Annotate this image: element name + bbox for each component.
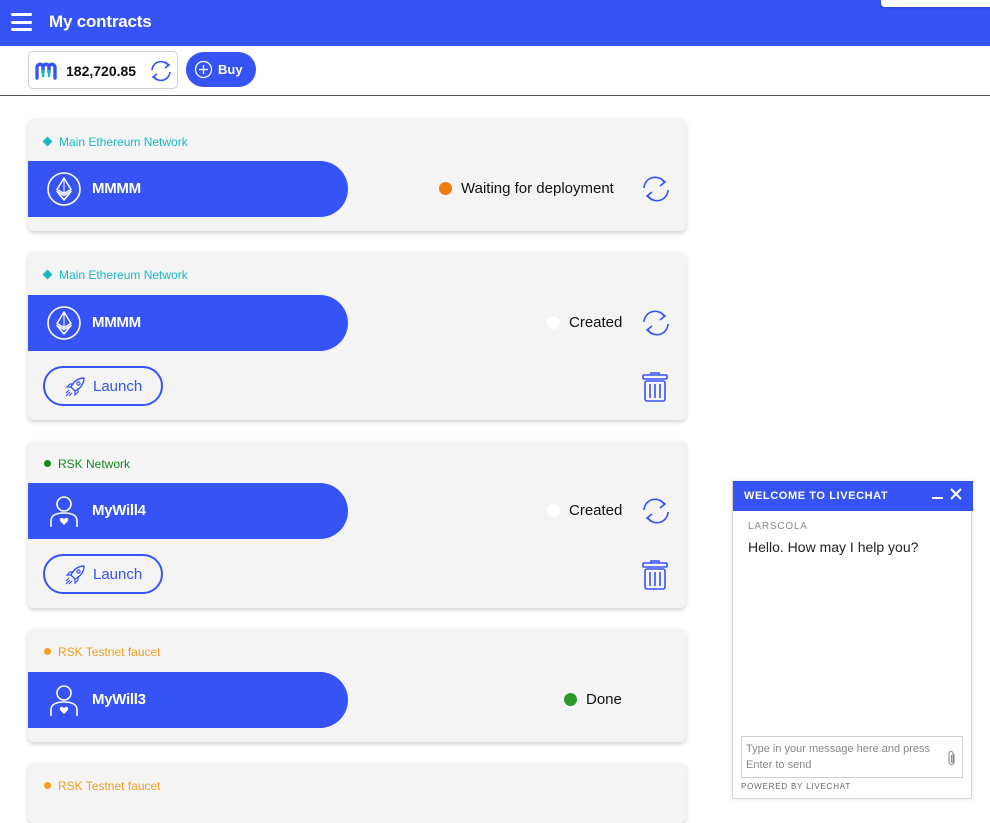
status-dot (547, 504, 560, 517)
contract-card: Main Ethereum Network MMMM Created Launc… (28, 252, 686, 420)
status-dot (564, 693, 577, 706)
network-label: RSK Testnet faucet (44, 779, 161, 793)
network-label: RSK Testnet faucet (44, 645, 161, 659)
agent-message: Hello. How may I help you? (748, 539, 919, 555)
agent-name: LARSCOLA (748, 521, 808, 532)
message-input-box (741, 736, 963, 778)
contract-name-pill[interactable]: MMMM (28, 161, 348, 217)
network-label: Main Ethereum Network (42, 268, 188, 282)
rocket-icon (65, 565, 85, 585)
attachment-icon[interactable] (946, 750, 958, 767)
message-input[interactable] (746, 741, 940, 775)
minimize-icon[interactable] (932, 497, 943, 499)
contract-name-pill[interactable]: MyWill3 (28, 672, 348, 728)
network-dot-icon (44, 460, 51, 468)
ethereum-icon (47, 306, 81, 340)
rocket-icon (65, 377, 85, 397)
ethereum-icon (47, 172, 81, 206)
powered-by: POWERED BY LIVECHAT (741, 782, 852, 791)
contract-name-pill[interactable]: MMMM (28, 295, 348, 351)
livechat-widget: WELCOME TO LIVECHAT LARSCOLA Hello. How … (732, 481, 973, 799)
network-dot-icon (44, 782, 51, 790)
buy-button[interactable]: Buy (186, 52, 256, 87)
trash-icon[interactable] (641, 559, 669, 591)
corner-tab (881, 0, 990, 7)
refresh-icon[interactable] (640, 496, 672, 526)
balance-box: 182,720.85 (28, 51, 178, 89)
status-dot (439, 182, 452, 195)
will-user-icon (50, 496, 78, 527)
contract-card: RSK Testnet faucet (28, 763, 686, 823)
network-diamond-icon (42, 269, 53, 280)
contract-name: MMMM (92, 314, 141, 331)
launch-label: Launch (93, 566, 143, 583)
balance-bar: 182,720.85 Buy (0, 46, 990, 96)
contract-name: MyWill4 (92, 502, 146, 519)
contract-card: Main Ethereum Network MMMM Waiting for d… (28, 119, 686, 231)
launch-label: Launch (93, 378, 143, 395)
page-title: My contracts (49, 12, 152, 31)
close-icon[interactable] (949, 487, 963, 501)
buy-label: Buy (218, 62, 243, 77)
contract-name-pill[interactable]: MyWill4 (28, 483, 348, 539)
network-diamond-icon (42, 136, 53, 147)
trash-icon[interactable] (641, 371, 669, 403)
refresh-balance-icon[interactable] (148, 58, 174, 84)
contract-card: RSK Network MyWill4 Created Launch (28, 441, 686, 608)
refresh-icon[interactable] (640, 174, 672, 204)
livechat-title: WELCOME TO LIVECHAT (744, 490, 889, 502)
launch-button[interactable]: Launch (43, 366, 163, 406)
plus-circle-icon (194, 60, 213, 79)
will-user-icon (50, 685, 78, 716)
menu-icon[interactable] (11, 13, 32, 31)
contract-card: RSK Testnet faucet MyWill3 Done (28, 629, 686, 742)
network-dot-icon (44, 648, 51, 656)
network-label: Main Ethereum Network (42, 135, 188, 149)
balance-value: 182,720.85 (66, 63, 137, 79)
contract-name: MyWill3 (92, 691, 146, 708)
refresh-icon[interactable] (640, 308, 672, 338)
network-label: RSK Network (44, 457, 130, 471)
token-logo-icon (35, 62, 57, 80)
top-app-bar: My contracts (0, 0, 990, 46)
contract-name: MMMM (92, 180, 141, 197)
status-dot (547, 316, 560, 329)
launch-button[interactable]: Launch (43, 554, 163, 594)
livechat-header[interactable]: WELCOME TO LIVECHAT (733, 481, 973, 511)
